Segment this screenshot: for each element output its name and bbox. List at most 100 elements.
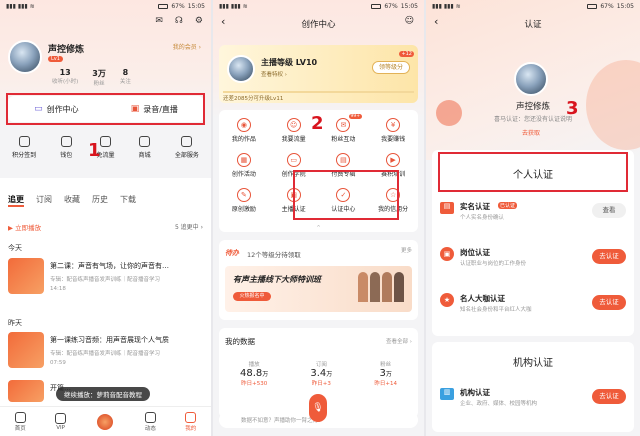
annotation-number-2: 2 <box>311 113 324 134</box>
microphone-icon[interactable]: 🎙 <box>309 394 327 422</box>
mini-player[interactable]: 继续播放：萝莉音配音教程 <box>56 387 150 401</box>
notification-badge: 99+ <box>348 114 362 119</box>
nav-vip[interactable]: VIP <box>55 412 67 431</box>
annotation-box-2 <box>293 170 399 220</box>
list-item[interactable]: 第二课：声音有气场，让你的声音有… 专辑：配音练声播音发声训练｜配音播音学习 14:… <box>8 258 204 298</box>
training-banner[interactable]: 有声主播线下大师特训班 火热报名中 <box>225 266 412 312</box>
tool-fan-interaction[interactable]: ✉ 粉丝互动 99+ <box>319 114 369 143</box>
data-more-link[interactable]: 查看全部 › <box>386 337 412 345</box>
banner-portraits <box>358 272 404 302</box>
org-cert-card: 机构认证 ▥ 机构认证 企业、政府、媒体、校园等机构 去认证 <box>432 342 634 432</box>
cert-desc: 知名社会身份和平台红人大咖 <box>460 307 532 313</box>
cert-desc: 企业、政府、媒体、校园等机构 <box>460 401 538 407</box>
cert-row-position[interactable]: ▣ 岗位认证 认证职业与岗位的工作身份 去认证 <box>440 246 626 270</box>
status-bar: ▮▮▮ ▮▮▮ ≋ 67% 15:05 <box>432 2 634 10</box>
cert-row-celebrity[interactable]: ★ 名人大咖认证 知名社会身份和平台红人大咖 去认证 <box>440 292 626 316</box>
tab-favorites[interactable]: 收藏 <box>64 194 80 207</box>
org-cert-title: 机构认证 <box>513 358 553 369</box>
data-stats: 播放 48.8万 昨日+530 订阅 3.4万 昨日+3 粉丝 3万 昨日+14 <box>219 360 418 387</box>
cert-name: 名人大咖认证 <box>460 294 505 303</box>
signal-icon: ▮▮▮ ▮▮▮ ≋ <box>6 2 35 10</box>
clock: 15:05 <box>187 2 205 10</box>
cert-row-realname[interactable]: ▤ 实名认证 已认证 个人实名身份确认 查看 <box>440 200 626 224</box>
avatar[interactable] <box>8 40 42 74</box>
tool-activities[interactable]: ▦ 创作活动 <box>219 153 269 178</box>
battery-icon <box>371 3 382 9</box>
tab-downloads[interactable]: 下载 <box>120 194 136 207</box>
nav-mine[interactable]: 我的 <box>185 411 197 432</box>
portrait-image <box>394 272 404 302</box>
vip-link[interactable]: 我的会员 › <box>173 42 201 51</box>
data-stat-fans[interactable]: 粉丝 3万 昨日+14 <box>374 360 397 387</box>
go-certify-button[interactable]: 去认证 <box>592 295 626 310</box>
cert-name: 岗位认证 <box>460 248 490 257</box>
portrait-image <box>370 272 380 302</box>
task-text: 12个等级分待领取 <box>247 251 301 259</box>
go-certify-button[interactable]: 去认证 <box>592 249 626 264</box>
claim-points-button[interactable]: 领等级分 <box>372 61 410 74</box>
section-today: 今天 <box>8 244 22 252</box>
expand-icon[interactable]: ⌃ <box>213 224 424 232</box>
stat-fans[interactable]: 3万 粉丝 <box>92 68 106 87</box>
get-explanation-link[interactable]: 去获取 <box>510 128 552 139</box>
level-card: 主播等级 LV10 查看特权 › 领等级分 +12 还差2085分可升级Lv11 <box>219 45 418 103</box>
creator-center-screen: ▮▮▮ ▮▮▮ ≋ 67% 15:05 ‹ 创作中心 ☺ 主播等级 LV10 查看… <box>213 0 424 436</box>
tab-following-updates[interactable]: 追更 <box>8 194 24 207</box>
stat-listen[interactable]: 13 收听(小时) <box>52 68 78 87</box>
nav-player[interactable] <box>95 411 116 432</box>
album-icon: ▤ <box>336 153 351 167</box>
banner-signup-button[interactable]: 火热报名中 <box>233 292 271 301</box>
diamond-icon <box>55 412 67 424</box>
shortcut-all-services[interactable]: 全部服务 <box>175 136 199 159</box>
go-certify-button[interactable]: 去认证 <box>592 389 626 404</box>
view-button[interactable]: 查看 <box>592 203 626 218</box>
tab-history[interactable]: 历史 <box>92 194 108 207</box>
data-stat-subscriptions[interactable]: 订阅 3.4万 昨日+3 <box>310 360 332 387</box>
shortcut-points[interactable]: 积分签到 <box>12 136 36 159</box>
tab-subscriptions[interactable]: 订阅 <box>36 194 52 207</box>
incentive-icon: ✎ <box>236 188 251 202</box>
shortcut-row: 积分签到 钱包 免流量 商城 全部服务 <box>0 136 211 159</box>
certified-badge: 已认证 <box>498 202 518 209</box>
shortcut-wallet[interactable]: 钱包 <box>60 136 72 159</box>
training-icon: ▶ <box>386 153 401 167</box>
portrait-image <box>382 272 392 302</box>
task-more-link[interactable]: 更多 <box>401 246 412 254</box>
data-stat-plays[interactable]: 播放 48.8万 昨日+530 <box>240 360 268 387</box>
annotation-number-3: 3 <box>566 98 579 119</box>
cert-name: 机构认证 <box>460 388 490 397</box>
cert-desc: 个人实名身份确认 <box>460 215 505 221</box>
battery-level: 67% <box>171 2 185 10</box>
user-icon <box>185 411 197 423</box>
tool-my-works[interactable]: ◉ 我的作品 <box>219 118 269 143</box>
shortcut-mall[interactable]: 商城 <box>139 136 151 159</box>
briefcase-icon: ▣ <box>440 247 454 261</box>
portrait-image <box>358 272 368 302</box>
headset-icon[interactable]: ☊ <box>175 16 183 26</box>
nav-feed[interactable]: 动态 <box>144 411 156 432</box>
update-count[interactable]: 5 追更中 › <box>175 222 203 231</box>
play-now-button[interactable]: ▶ 立即播放 <box>8 222 41 232</box>
activity-icon: ▦ <box>236 153 251 167</box>
list-item[interactable]: 第一课练习音频：用声音展现个人气质 专辑：配音练声播音发声训练｜配音播音学习 07:… <box>8 332 204 372</box>
academy-icon: ▭ <box>286 153 301 167</box>
episode-cover <box>8 258 44 294</box>
profile-stats: 13 收听(小时) 3万 粉丝 8 关注 <box>52 68 131 87</box>
avatar <box>514 62 548 96</box>
profile-icon[interactable]: ☺ <box>405 16 414 26</box>
cert-desc: 认证职业与岗位的工作身份 <box>460 261 527 267</box>
calendar-icon <box>18 136 30 147</box>
tool-earn[interactable]: ¥ 我要赚钱 <box>368 118 418 143</box>
avatar <box>227 55 255 83</box>
stat-following[interactable]: 8 关注 <box>120 68 131 87</box>
banner-title: 有声主播线下大师特训班 <box>233 275 321 284</box>
tool-original-incentive[interactable]: ✎ 原创激励 <box>219 188 269 213</box>
settings-icon[interactable]: ⚙ <box>195 16 203 26</box>
nav-home[interactable]: 首页 <box>14 411 26 432</box>
player-disc <box>95 411 116 432</box>
username: 声控修炼 <box>48 45 85 55</box>
battery-icon <box>158 3 169 9</box>
view-privilege-link[interactable]: 查看特权 › <box>261 70 287 78</box>
cert-row-org[interactable]: ▥ 机构认证 企业、政府、媒体、校园等机构 去认证 <box>440 386 626 410</box>
message-icon[interactable]: ✉ <box>155 16 163 26</box>
